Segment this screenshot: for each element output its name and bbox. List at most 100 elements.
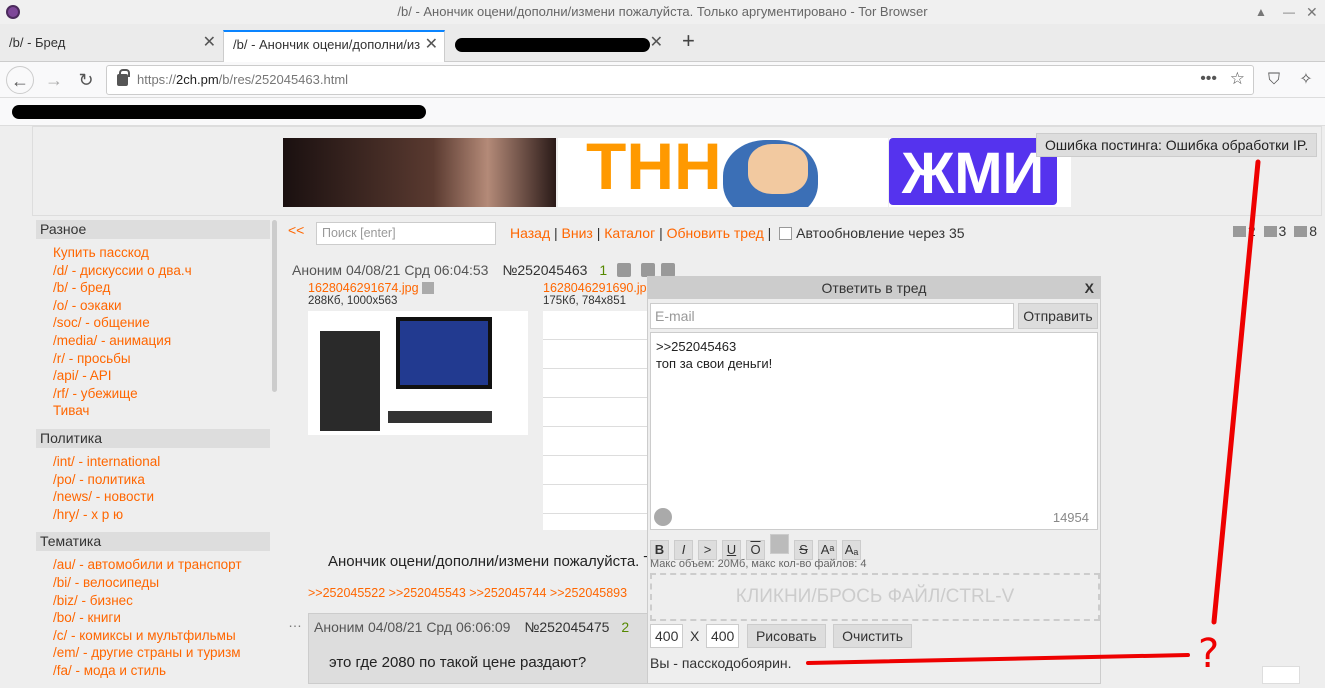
close-tab-icon[interactable]: ✕ [650, 30, 663, 56]
banner-tnn[interactable]: ТНН [558, 138, 888, 207]
window-minimize-button[interactable]: — [1283, 0, 1295, 24]
sidebar-board-link[interactable]: /int/ - international [36, 453, 270, 471]
sidebar-board-link[interactable]: Купить пасскод [36, 244, 270, 262]
reply-links[interactable]: >>252045522 >>252045543 >>252045744 >>25… [308, 586, 627, 600]
tab-bred[interactable]: /b/ - Бред ✕ [0, 30, 222, 62]
specs-table-thumbnail[interactable] [543, 311, 653, 530]
sidebar-board-link[interactable]: /o/ - оэкаки [36, 297, 270, 315]
new-identity-icon[interactable]: ✧ [1292, 66, 1320, 94]
reload-button[interactable]: ↻ [72, 66, 100, 94]
window-close-button[interactable]: ✕ [1306, 0, 1318, 24]
file1-name[interactable]: 1628046291674.jpg [308, 281, 435, 295]
sidebar-board-link[interactable]: /po/ - политика [36, 471, 270, 489]
sidebar-board-link[interactable]: /hry/ - х р ю [36, 506, 270, 524]
superscript-button[interactable]: Aᵃ [818, 540, 837, 560]
sidebar-section-title[interactable]: Политика [36, 428, 270, 448]
scroll-up-button[interactable] [1262, 666, 1300, 684]
sidebar-board-link[interactable]: /soc/ - общение [36, 314, 270, 332]
canvas-width-input[interactable]: 400 [650, 624, 684, 648]
nav-catalog-link[interactable]: Каталог [604, 225, 655, 241]
pc-case-image [320, 331, 380, 431]
sidebar-board-link[interactable]: /em/ - другие страны и туризм [36, 644, 270, 662]
banner-photo[interactable] [283, 138, 556, 207]
search-input[interactable]: Поиск [enter] [316, 222, 496, 245]
strike-button[interactable]: S [794, 540, 813, 560]
quick-reply-form: Ответить в тред X E-mail Отправить >>252… [647, 276, 1101, 684]
back-button[interactable]: ← [6, 66, 34, 94]
sidebar-board-link[interactable]: /bi/ - велосипеды [36, 574, 270, 592]
window-titlebar: /b/ - Анончик оцени/дополни/измени пожал… [0, 0, 1325, 24]
star-icon[interactable] [617, 263, 632, 277]
upload-limits-text: Макс объем: 20Мб, макс кол-во файлов: 4 [650, 558, 867, 570]
post-date: 04/08/21 Срд 06:04:53 [345, 262, 489, 278]
ad-banners[interactable]: ТНН ЖМИ [283, 138, 1071, 207]
shield-icon[interactable]: ⛉ [1260, 66, 1288, 94]
sidebar-board-link[interactable]: /r/ - просьбы [36, 350, 270, 368]
sidebar-board-link[interactable]: /api/ - API [36, 367, 270, 385]
sidebar-scrollbar[interactable] [272, 220, 277, 392]
sidebar-board-link[interactable]: Тивач [36, 402, 270, 420]
post-number[interactable]: №252045475 [524, 619, 609, 635]
sidebar-board-link[interactable]: /c/ - комиксы и мультфильмы [36, 627, 270, 645]
sidebar-section-title[interactable]: Разное [36, 220, 270, 239]
back-to-board-link[interactable]: << [288, 222, 304, 238]
spoiler-button[interactable] [770, 534, 789, 554]
email-field[interactable]: E-mail [650, 303, 1014, 329]
underline-button[interactable]: U [722, 540, 741, 560]
sidebar-board-link[interactable]: /biz/ - бизнес [36, 592, 270, 610]
play-icon[interactable] [660, 263, 675, 277]
sidebar-board-link[interactable]: /fa/ - мода и стиль [36, 662, 270, 680]
autoupdate-checkbox[interactable] [779, 227, 793, 240]
sidebar-section-title[interactable]: Тематика [36, 532, 270, 552]
draw-button[interactable]: Рисовать [746, 624, 826, 648]
close-form-button[interactable]: X [1085, 277, 1094, 299]
posts-icon [1232, 226, 1246, 237]
bookmark-star-icon[interactable]: ☆ [1230, 69, 1245, 89]
tab-thread-active[interactable]: /b/ - Анончик оцени/дополни/из ✕ [223, 30, 445, 62]
forward-button[interactable]: → [40, 66, 68, 94]
clear-button[interactable]: Очистить [833, 624, 913, 648]
reply-form-header[interactable]: Ответить в тред X [648, 277, 1100, 299]
thread-controls: << Поиск [enter] Назад | Вниз | Каталог … [283, 220, 1323, 246]
sidebar-board-link[interactable]: /b/ - бред [36, 279, 270, 297]
close-tab-icon[interactable]: ✕ [425, 32, 438, 58]
post-menu-icon[interactable]: … [288, 614, 302, 630]
quote-button[interactable]: > [698, 540, 717, 560]
overline-button[interactable]: O [746, 540, 765, 560]
close-tab-icon[interactable]: ✕ [203, 30, 216, 56]
dimension-separator: X [689, 628, 700, 644]
minimize-icon[interactable]: ▲ [1255, 0, 1267, 24]
tab-redacted[interactable]: ✕ [447, 30, 669, 62]
nav-back-link[interactable]: Назад [510, 225, 550, 241]
sage-icon[interactable] [654, 508, 672, 526]
canvas-height-input[interactable]: 400 [705, 624, 740, 648]
send-button[interactable]: Отправить [1018, 303, 1098, 329]
file2-name[interactable]: 1628046291690.jp [543, 281, 647, 295]
expand-icon[interactable] [640, 263, 655, 277]
page-actions-icon[interactable]: ••• [1200, 70, 1217, 88]
sidebar-board-link[interactable]: /news/ - новости [36, 488, 270, 506]
sidebar-board-link[interactable]: /rf/ - убежище [36, 385, 270, 403]
sidebar-board-link[interactable]: /bo/ - книги [36, 609, 270, 627]
post-number[interactable]: №252045463 [502, 262, 587, 278]
post-date: 04/08/21 Срд 06:06:09 [367, 619, 511, 635]
sidebar-board-link[interactable]: /au/ - автомобили и транспорт [36, 556, 270, 574]
nav-refresh-link[interactable]: Обновить тред [667, 225, 764, 241]
char-counter: 14954 [1052, 510, 1089, 525]
draw-controls: 400 X 400 Рисовать Очистить [650, 624, 913, 650]
new-tab-button[interactable]: + [680, 30, 702, 62]
italic-button[interactable]: I [674, 540, 693, 560]
search-image-icon[interactable] [422, 282, 435, 294]
message-textarea[interactable]: >>252045463 топ за свои деньги! 14954 [650, 332, 1098, 530]
pc-photo-thumbnail[interactable] [308, 311, 528, 435]
sidebar-board-link[interactable]: /d/ - дискуссии о два.ч [36, 262, 270, 280]
message-line: топ за свои деньги! [656, 356, 773, 371]
bold-button[interactable]: B [650, 540, 669, 560]
sidebar-board-link[interactable]: /media/ - анимация [36, 332, 270, 350]
address-bar[interactable]: https://2ch.pm/b/res/252045463.html ••• … [106, 65, 1254, 95]
file-drop-zone[interactable]: КЛИКНИ/БРОСЬ ФАЙЛ/CTRL-V [650, 573, 1100, 621]
subscript-button[interactable]: Aₐ [842, 540, 861, 560]
reply-post: Аноним 04/08/21 Срд 06:06:09 №252045475 … [308, 613, 648, 684]
nav-down-link[interactable]: Вниз [562, 225, 593, 241]
